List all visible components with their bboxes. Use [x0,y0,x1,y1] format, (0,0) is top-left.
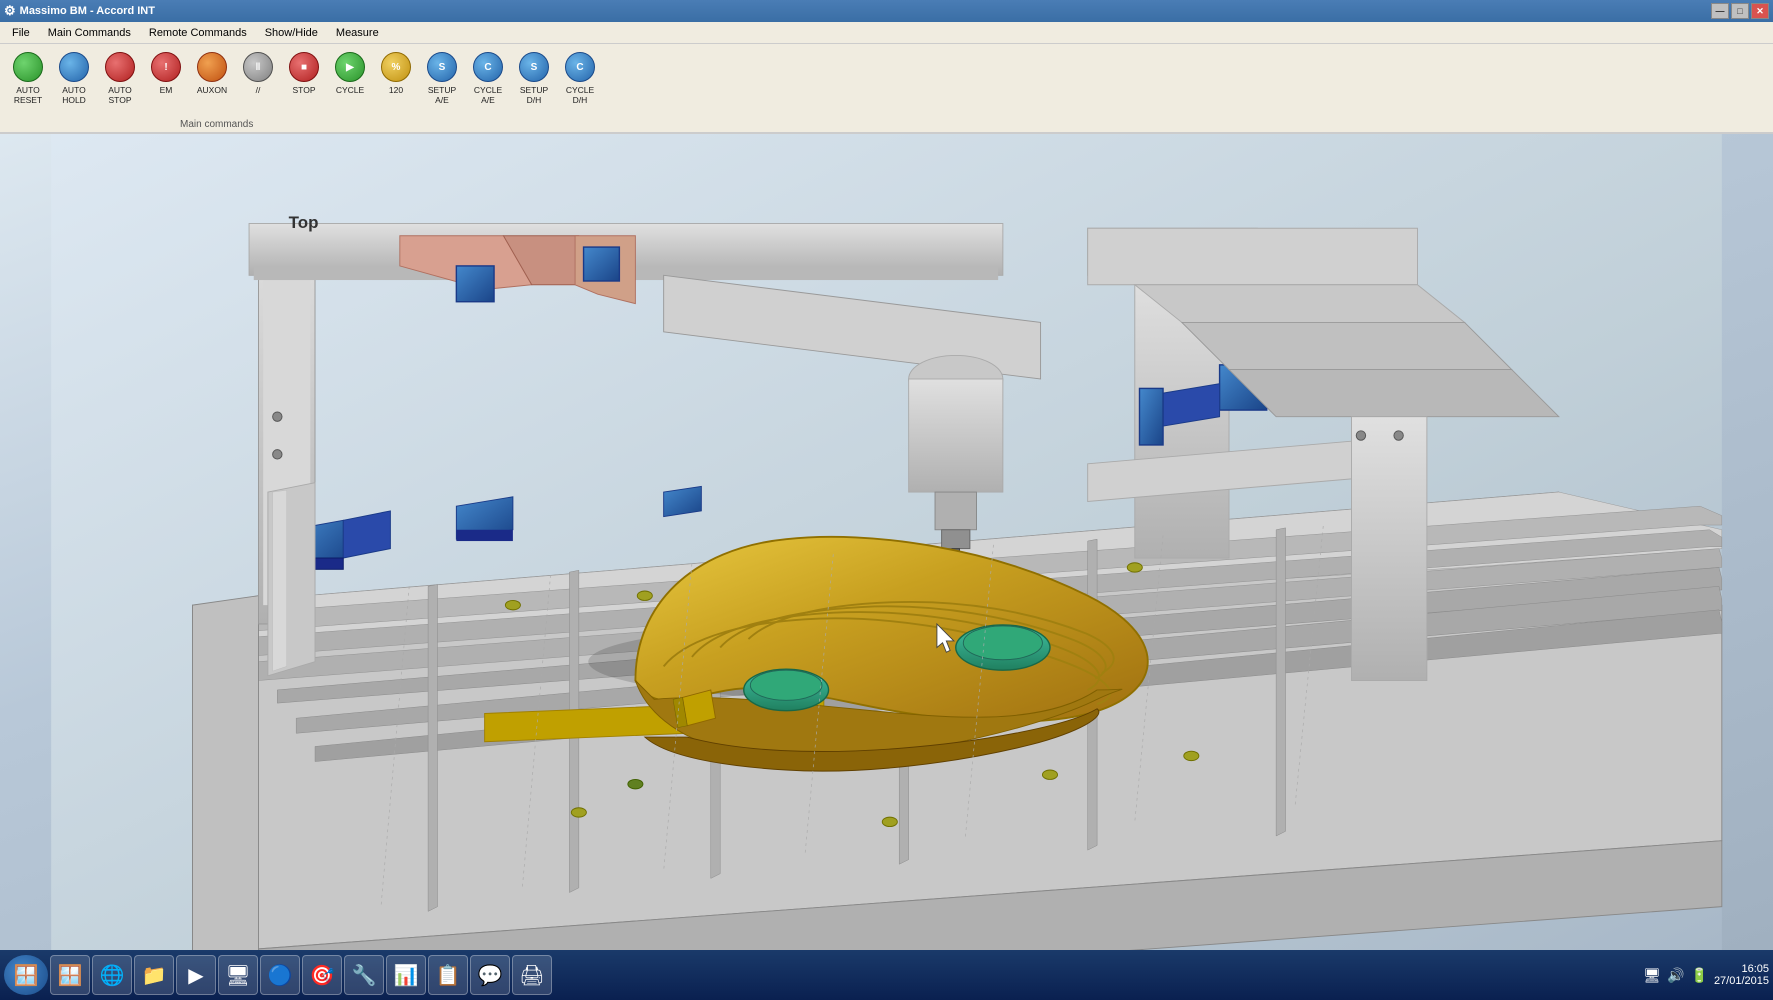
toolbar-label-cycle-ae: CYCLE A/E [469,85,507,105]
3d-scene-svg: Top [0,134,1773,950]
toolbar-btn-cycle-ae[interactable]: CCYCLE A/E [466,48,510,116]
taskbar-sound-icon: 🔊 [1667,967,1684,984]
toolbar-icon-120: % [380,51,412,83]
toolbar-icon-cycle-dh: C [564,51,596,83]
window-title: Massimo BM - Accord INT [20,5,155,17]
toolbar-label-stop: STOP [293,85,316,95]
taskbar: 🪟 🪟🌐📁▶🖥🔵🎯🔧📊📋💬🖨 🖥 🔊 🔋 16:05 27/01/2015 [0,950,1773,1000]
toolbar-label-120: 120 [389,85,403,95]
toolbar-btn-auto-reset[interactable]: AUTO RESET [6,48,50,116]
taskbar-app-2[interactable]: 📁 [134,955,174,995]
app-icon: ⚙ [4,3,16,19]
taskbar-app-9[interactable]: 📋 [428,955,468,995]
viewport-3d[interactable]: Top [0,134,1773,950]
taskbar-app-5[interactable]: 🔵 [260,955,300,995]
toolbar-btn-auto-hold[interactable]: AUTO HOLD [52,48,96,116]
toolbar-icon-stop: ■ [288,51,320,83]
toolbar-icon-auto-reset [12,51,44,83]
toolbar-icon-auto-stop [104,51,136,83]
close-button[interactable]: ✕ [1751,3,1769,19]
toolbar-group-main: AUTO RESET AUTO HOLD AUTO STOP! EM AUXON ‖ // ■… [6,48,602,116]
taskbar-battery-icon: 🔋 [1691,967,1708,984]
toolbar-label-auxon: AUXON [197,85,227,95]
taskbar-app-3[interactable]: ▶ [176,955,216,995]
taskbar-network-icon: 🖥 [1643,967,1661,984]
title-bar-controls: — □ ✕ [1711,3,1769,19]
taskbar-apps: 🪟🌐📁▶🖥🔵🎯🔧📊📋💬🖨 [50,955,552,995]
toolbar-label-setup-ae: SETUP A/E [423,85,461,105]
menu-item-file[interactable]: File [4,25,38,41]
toolbar-btn-cycle[interactable]: ▶ CYCLE [328,48,372,116]
menu-item-show-hide[interactable]: Show/Hide [257,25,326,41]
toolbar: AUTO RESET AUTO HOLD AUTO STOP! EM AUXON ‖ // ■… [0,44,1773,134]
maximize-button[interactable]: □ [1731,3,1749,19]
toolbar-label-pause: // [256,85,261,95]
taskbar-app-10[interactable]: 💬 [470,955,510,995]
minimize-button[interactable]: — [1711,3,1729,19]
toolbar-icon-pause: ‖ [242,51,274,83]
toolbar-label-auto-stop: AUTO STOP [101,85,139,105]
toolbar-btn-setup-dh[interactable]: SSETUP D/H [512,48,556,116]
toolbar-btn-em[interactable]: ! EM [144,48,188,116]
toolbar-btn-cycle-dh[interactable]: CCYCLE D/H [558,48,602,116]
toolbar-icon-cycle: ▶ [334,51,366,83]
clock-time: 16:05 [1741,963,1769,975]
toolbar-icon-setup-ae: S [426,51,458,83]
toolbar-label-cycle: CYCLE [336,85,364,95]
toolbar-btn-stop[interactable]: ■ STOP [282,48,326,116]
menu-bar: File Main Commands Remote Commands Show/… [0,22,1773,44]
taskbar-app-8[interactable]: 📊 [386,955,426,995]
taskbar-app-0[interactable]: 🪟 [50,955,90,995]
toolbar-label-auto-reset: AUTO RESET [9,85,47,105]
toolbar-label-auto-hold: AUTO HOLD [55,85,93,105]
toolbar-label-setup-dh: SETUP D/H [515,85,553,105]
title-bar: ⚙ Massimo BM - Accord INT — □ ✕ [0,0,1773,22]
toolbar-icon-auto-hold [58,51,90,83]
menu-item-main-commands[interactable]: Main Commands [40,25,139,41]
taskbar-app-1[interactable]: 🌐 [92,955,132,995]
title-bar-left: ⚙ Massimo BM - Accord INT [4,3,155,19]
toolbar-btn-auto-stop[interactable]: AUTO STOP [98,48,142,116]
toolbar-icon-auxon [196,51,228,83]
toolbar-label-cycle-dh: CYCLE D/H [561,85,599,105]
toolbar-icon-setup-dh: S [518,51,550,83]
menu-item-measure[interactable]: Measure [328,25,387,41]
toolbar-btn-setup-ae[interactable]: SSETUP A/E [420,48,464,116]
taskbar-app-6[interactable]: 🎯 [302,955,342,995]
toolbar-label: Main commands [180,119,253,130]
scene-canvas: Top [0,134,1773,950]
taskbar-app-4[interactable]: 🖥 [218,955,258,995]
taskbar-app-7[interactable]: 🔧 [344,955,384,995]
toolbar-label-em: EM [160,85,173,95]
taskbar-app-11[interactable]: 🖨 [512,955,552,995]
taskbar-right: 🖥 🔊 🔋 16:05 27/01/2015 [1643,963,1769,987]
toolbar-btn-auxon[interactable]: AUXON [190,48,234,116]
start-button[interactable]: 🪟 [4,955,48,995]
toolbar-icon-cycle-ae: C [472,51,504,83]
toolbar-btn-pause[interactable]: ‖ // [236,48,280,116]
menu-item-remote-commands[interactable]: Remote Commands [141,25,255,41]
svg-text:Top: Top [289,213,319,232]
toolbar-icon-em: ! [150,51,182,83]
taskbar-clock: 16:05 27/01/2015 [1714,963,1769,987]
clock-date: 27/01/2015 [1714,975,1769,987]
toolbar-btn-120[interactable]: % 120 [374,48,418,116]
